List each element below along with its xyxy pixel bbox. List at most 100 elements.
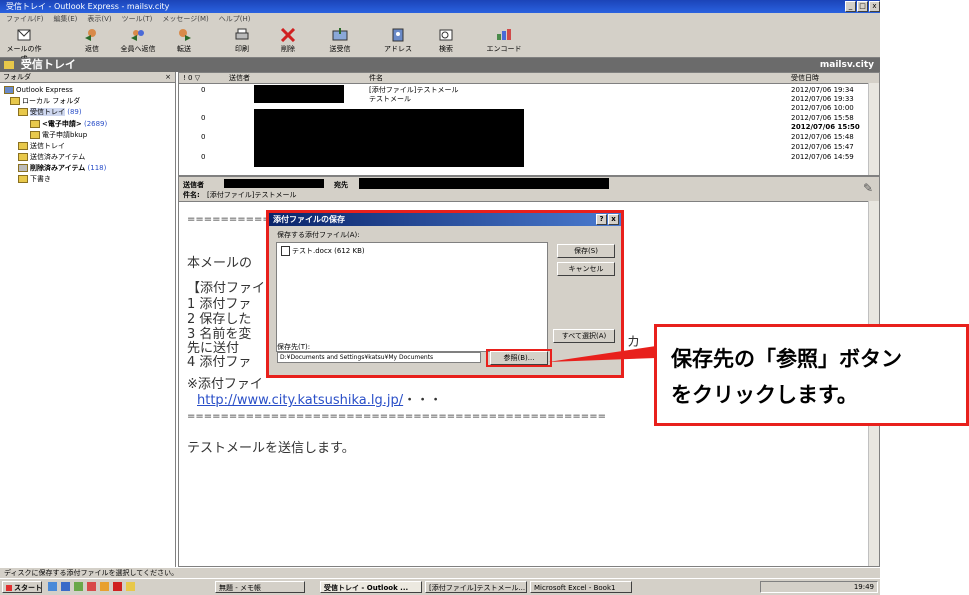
quick-launch-icon[interactable] (74, 582, 83, 591)
column-subject[interactable]: 件名 (369, 73, 383, 83)
folder-count: (118) (87, 164, 107, 172)
from-label: 送信者 (183, 181, 204, 189)
browse-button[interactable]: 参照(B)... (490, 351, 548, 365)
taskbar-message[interactable]: [添付ファイル]テストメール... (425, 581, 527, 593)
quick-launch-icon[interactable] (113, 582, 122, 591)
message-date: 2012/07/06 15:50 (791, 123, 860, 131)
attachment-name: テスト.docx (612 KB) (292, 247, 365, 255)
body-step: 4 添付ファ (187, 355, 252, 370)
start-label: スタート (14, 584, 42, 592)
quick-launch (48, 582, 135, 591)
attachment-item[interactable]: テスト.docx (612 KB) (281, 246, 365, 256)
reply-button[interactable]: 返信 (72, 28, 112, 54)
maximize-button[interactable]: □ (857, 1, 868, 12)
delete-button[interactable]: 削除 (268, 28, 308, 54)
toolbar-label: 印刷 (235, 45, 249, 53)
dialog-help-button[interactable]: ? (596, 214, 607, 225)
close-button[interactable]: x (869, 1, 880, 12)
new-mail-icon (17, 29, 31, 41)
menu-help[interactable]: ヘルプ(H) (219, 13, 251, 26)
message-list-scrollbar[interactable] (868, 83, 879, 175)
start-button[interactable]: スタート (2, 581, 42, 593)
print-button[interactable]: 印刷 (222, 28, 262, 54)
folder-label: 電子申請bkup (42, 131, 88, 139)
address-button[interactable]: アドレス (378, 28, 418, 54)
menu-message[interactable]: メッセージ(M) (162, 13, 208, 26)
menu-edit[interactable]: 編集(E) (54, 13, 78, 26)
folder-count: (2689) (83, 120, 108, 128)
delete-icon (280, 28, 296, 42)
folder-pane-title: フォルダ (3, 73, 31, 81)
trash-icon (18, 164, 28, 172)
forward-button[interactable]: 転送 (164, 28, 204, 54)
quick-launch-icon[interactable] (48, 582, 57, 591)
folder-icon (30, 131, 40, 139)
subject-value: [添付ファイル]テストメール (207, 191, 297, 199)
toolbar-label: 転送 (177, 45, 191, 53)
clock[interactable]: 19:49 (854, 583, 874, 591)
redaction-block (359, 178, 609, 189)
destination-label: 保存先(T): (277, 343, 311, 351)
destination-field[interactable]: D:¥Documents and Settings¥katsu¥My Docum… (277, 352, 481, 363)
find-button[interactable]: 検索 (426, 28, 466, 54)
encode-button[interactable]: エンコード (484, 28, 524, 54)
save-button[interactable]: 保存(S) (557, 244, 615, 258)
folder-item-local[interactable]: ローカル フォルダ (10, 97, 80, 106)
folder-item-e-application-backup[interactable]: 電子申請bkup (30, 131, 87, 140)
folder-item-e-application[interactable]: <電子申請> (2689) (30, 120, 107, 129)
window-controls: _ □ x (845, 1, 880, 12)
message-list: ! 0 ▽ 送信者 件名 受信日時 0 [添付ファイル]テストメール 2012/… (178, 72, 880, 176)
print-icon (235, 28, 249, 40)
cancel-button[interactable]: キャンセル (557, 262, 615, 276)
folder-label: ローカル フォルダ (22, 97, 81, 105)
dialog-title: 添付ファイルの保存 (273, 215, 345, 224)
message-date: 2012/07/06 15:58 (791, 114, 854, 122)
status-text: ディスクに保存する添付ファイルを選択してください。 (4, 569, 179, 577)
attachment-list[interactable]: テスト.docx (612 KB) (276, 242, 548, 352)
callout-line-1: 保存先の「参照」ボタン (671, 347, 902, 371)
browse-button-highlight: 参照(B)... (486, 349, 552, 367)
menu-bar: ファイル(F) 編集(E) 表示(V) ツール(T) メッセージ(M) ヘルプ(… (0, 13, 880, 26)
folder-item-sent[interactable]: 送信済みアイテム (18, 153, 85, 162)
toolbar-label: 送受信 (329, 45, 351, 53)
body-intro: 本メールの (187, 256, 253, 271)
taskbar-excel[interactable]: Microsoft Excel - Book1 (530, 581, 632, 593)
menu-tools[interactable]: ツール(T) (122, 13, 153, 26)
sent-icon (18, 153, 28, 161)
menu-view[interactable]: 表示(V) (87, 13, 111, 26)
message-date: 2012/07/06 10:00 (791, 104, 854, 112)
quick-launch-icon[interactable] (126, 582, 135, 591)
reply-all-button[interactable]: 全員へ返信 (118, 28, 158, 54)
folder-item-inbox[interactable]: 受信トレイ (89) (18, 108, 82, 117)
quick-launch-icon[interactable] (87, 582, 96, 591)
system-tray: 19:49 (760, 581, 878, 593)
forward-icon (179, 29, 191, 41)
folder-pane-close-button[interactable]: × (165, 72, 171, 82)
toolbar-label: 返信 (85, 45, 99, 53)
outbox-icon (18, 142, 28, 150)
folder-item-drafts[interactable]: 下書き (18, 175, 51, 184)
folder-item-outlook-express[interactable]: Outlook Express (4, 86, 73, 95)
folder-item-deleted[interactable]: 削除済みアイテム (118) (18, 164, 106, 173)
quick-launch-icon[interactable] (61, 582, 70, 591)
column-date[interactable]: 受信日時 (791, 73, 819, 83)
menu-file[interactable]: ファイル(F) (6, 13, 44, 26)
folder-title: 受信トレイ (20, 58, 76, 71)
paperclip-icon[interactable]: ✎ (863, 181, 873, 195)
select-all-button[interactable]: すべて選択(A) (553, 329, 615, 343)
folder-label: 削除済みアイテム (30, 164, 86, 172)
column-flags[interactable]: ! 0 ▽ (183, 73, 200, 83)
city-link[interactable]: http://www.city.katsushika.lg.jp/ (197, 393, 403, 408)
quick-launch-icon[interactable] (100, 582, 109, 591)
column-from[interactable]: 送信者 (229, 73, 250, 83)
minimize-button[interactable]: _ (845, 1, 856, 12)
folder-item-outbox[interactable]: 送信トレイ (18, 142, 65, 151)
message-date: 2012/07/06 19:33 (791, 95, 854, 103)
document-icon (281, 246, 290, 256)
taskbar-notepad[interactable]: 無題 - メモ帳 (215, 581, 305, 593)
callout-line-2: をクリックします。 (671, 383, 858, 407)
dialog-close-button[interactable]: x (608, 214, 619, 225)
taskbar-outlook[interactable]: 受信トレイ - Outlook ... (320, 581, 422, 593)
send-receive-button[interactable]: 送受信 (320, 28, 360, 54)
message-flag: 0 (201, 86, 206, 94)
